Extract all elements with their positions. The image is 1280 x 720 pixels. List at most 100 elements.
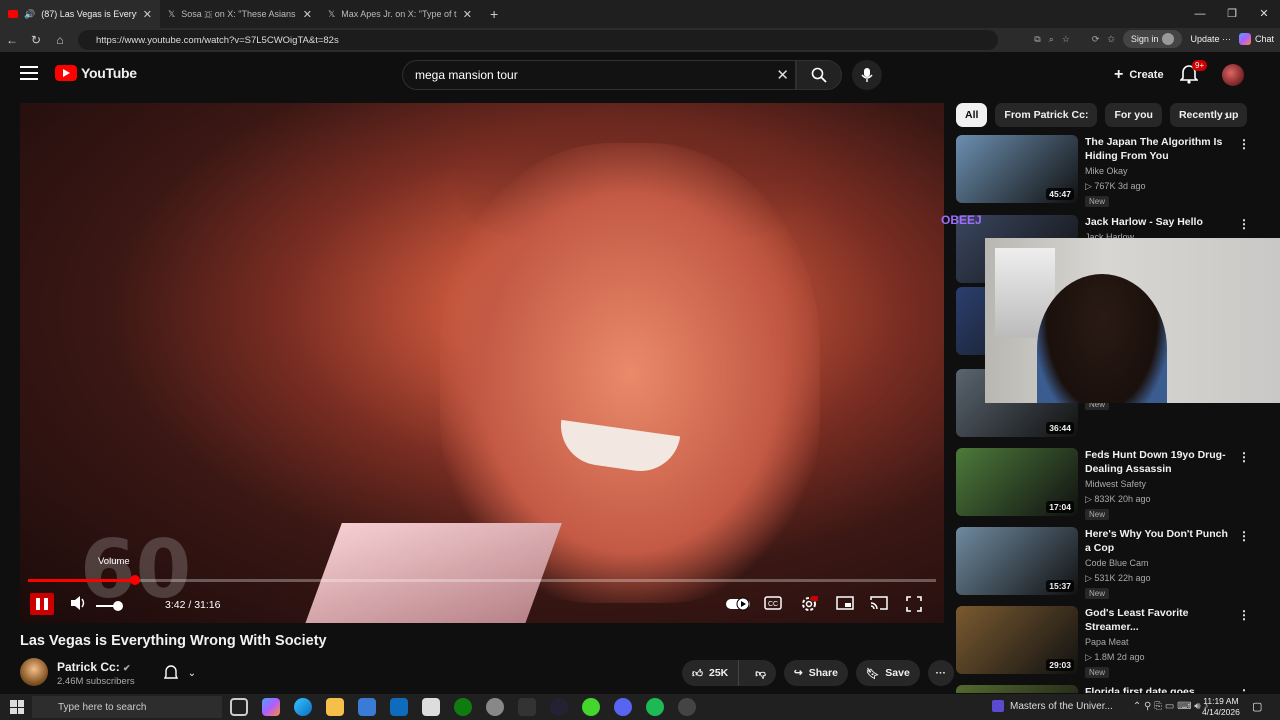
search-button[interactable]: [796, 60, 842, 90]
recommendation-channel[interactable]: Papa Meat: [1085, 637, 1129, 647]
fullscreen-icon[interactable]: [906, 596, 922, 612]
more-options-icon[interactable]: ⋮: [1238, 687, 1250, 693]
video-thumbnail[interactable]: 29:03: [956, 606, 1078, 674]
volume-slider[interactable]: [96, 605, 114, 607]
progress-bar[interactable]: [28, 575, 936, 585]
more-options-icon[interactable]: ⋮: [1238, 608, 1250, 622]
more-actions-button[interactable]: ···: [927, 660, 954, 686]
create-button[interactable]: + Create: [1104, 62, 1174, 88]
video-thumbnail[interactable]: 15:37: [956, 527, 1078, 595]
more-options-icon[interactable]: ⋮: [1238, 137, 1250, 151]
close-tab-icon[interactable]: ✕: [303, 8, 312, 21]
video-thumbnail[interactable]: 17:04: [956, 448, 1078, 516]
more-options-icon[interactable]: ⋮: [1238, 529, 1250, 543]
razer-icon[interactable]: [582, 698, 600, 716]
recommendation-title[interactable]: Jack Harlow - Say Hello: [1085, 215, 1235, 229]
account-avatar[interactable]: [1222, 64, 1244, 86]
taskbar-search[interactable]: Type here to search: [32, 696, 222, 718]
miniplayer-icon[interactable]: [836, 596, 854, 610]
back-icon[interactable]: ←: [0, 33, 24, 47]
chip-recently-uploaded[interactable]: Recently up: [1169, 103, 1248, 127]
cast-icon[interactable]: [870, 596, 888, 610]
recommendation-title[interactable]: God's Least Favorite Streamer...: [1085, 606, 1235, 634]
recommendation-item[interactable]: 45:47 The Japan The Algorithm Is Hiding F…: [956, 135, 1256, 207]
chatgpt-icon[interactable]: [678, 698, 696, 716]
extensions-icon[interactable]: ⧉: [1034, 34, 1040, 45]
volume-handle[interactable]: [113, 601, 123, 611]
task-view-icon[interactable]: [230, 698, 248, 716]
copilot-chat-button[interactable]: Chat: [1238, 33, 1274, 45]
minimize-icon[interactable]: —: [1184, 0, 1216, 28]
recommendation-channel[interactable]: Midwest Safety: [1085, 479, 1146, 489]
store-icon[interactable]: [358, 698, 376, 716]
media-app-icon[interactable]: [550, 698, 568, 716]
pause-button[interactable]: [30, 593, 54, 615]
close-tab-icon[interactable]: ✕: [463, 8, 472, 21]
home-icon[interactable]: ⌂: [48, 33, 72, 47]
dislike-button[interactable]: 👎︎: [745, 667, 776, 680]
refresh-icon[interactable]: ↻: [24, 33, 48, 47]
file-explorer-icon[interactable]: [326, 698, 344, 716]
recommendation-item[interactable]: 29:03 God's Least Favorite Streamer... Pap…: [956, 606, 1256, 678]
recommendation-title[interactable]: Here's Why You Don't Punch a Cop: [1085, 527, 1235, 555]
clear-search-icon[interactable]: ✕: [776, 66, 789, 84]
recommendation-title[interactable]: Florida first date goes horribly: [1085, 685, 1235, 693]
notifications-button[interactable]: 9+: [1180, 60, 1208, 86]
zoom-icon[interactable]: ⌕: [1049, 34, 1054, 45]
volume-icon[interactable]: [70, 595, 88, 611]
recommendation-channel[interactable]: Code Blue Cam: [1085, 558, 1149, 568]
favorites-bar-icon[interactable]: ✩: [1107, 34, 1115, 45]
outlook-icon[interactable]: [390, 698, 408, 716]
copilot-icon[interactable]: [262, 698, 280, 716]
video-thumbnail[interactable]: [956, 685, 1078, 693]
tray-icons[interactable]: ⌃ ⚲ ⎘ ▭ ⌨ 🔊︎ ♪: [1133, 701, 1209, 712]
windows-start-icon[interactable]: [10, 700, 24, 714]
chip-all[interactable]: All: [956, 103, 988, 127]
sign-in-button[interactable]: Sign in: [1122, 30, 1183, 48]
save-button[interactable]: 🔖︎ Save: [855, 660, 920, 686]
sync-icon[interactable]: ⟳: [1092, 34, 1100, 45]
close-tab-icon[interactable]: ✕: [143, 8, 152, 21]
epic-games-icon[interactable]: [518, 698, 536, 716]
channel-name[interactable]: Patrick Cc: ✔: [57, 660, 131, 674]
share-button[interactable]: ↪ Share: [783, 660, 848, 686]
recommendation-channel[interactable]: Mike Okay: [1085, 166, 1128, 176]
channel-avatar[interactable]: [20, 658, 48, 686]
recommendation-item[interactable]: 17:04 Feds Hunt Down 19yo Drug-Dealing As…: [956, 448, 1256, 520]
menu-icon[interactable]: [20, 66, 38, 80]
recommendation-title[interactable]: Feds Hunt Down 19yo Drug-Dealing Assassi…: [1085, 448, 1235, 476]
tab-x-sosa[interactable]: 𝕏 Sosa 🇩 on X: "These Asians got a ✕: [160, 0, 320, 28]
like-button[interactable]: 👍︎ 25K: [682, 660, 740, 686]
video-thumbnail[interactable]: 45:47: [956, 135, 1078, 203]
favorite-icon[interactable]: ☆: [1062, 34, 1070, 45]
tab-youtube[interactable]: 🔊 (87) Las Vegas is Everything W ✕: [0, 0, 160, 28]
recommendation-title[interactable]: The Japan The Algorithm Is Hiding From Y…: [1085, 135, 1235, 163]
settings-gear-icon[interactable]: [800, 595, 818, 613]
chevron-right-icon[interactable]: ›: [1224, 107, 1229, 123]
app-icon[interactable]: [486, 698, 504, 716]
captions-icon[interactable]: CC: [764, 596, 782, 610]
recommendation-item[interactable]: 15:37 Here's Why You Don't Punch a Cop Cod…: [956, 527, 1256, 599]
notifications-icon[interactable]: ▢: [1252, 700, 1262, 713]
new-tab-icon[interactable]: +: [490, 6, 498, 22]
spotify-icon[interactable]: [646, 698, 664, 716]
recommendation-item[interactable]: Florida first date goes horribly⋮: [956, 685, 1256, 693]
discord-icon[interactable]: [614, 698, 632, 716]
update-button[interactable]: Update ···: [1190, 34, 1231, 44]
xbox-icon[interactable]: [454, 698, 472, 716]
more-options-icon[interactable]: ⋮: [1238, 217, 1250, 231]
more-options-icon[interactable]: ⋮: [1238, 450, 1250, 464]
system-clock[interactable]: 11:19 AM 4/14/2026: [1202, 696, 1240, 718]
restore-icon[interactable]: ❐: [1216, 0, 1248, 28]
notepad-icon[interactable]: [422, 698, 440, 716]
url-field[interactable]: https://www.youtube.com/watch?v=S7L5CWOi…: [78, 30, 998, 50]
chip-for-you[interactable]: For you: [1105, 103, 1162, 127]
media-widget[interactable]: Masters of the Univer... ⌃ ⚲ ⎘ ▭ ⌨ 🔊︎ ♪: [992, 700, 1208, 712]
search-input[interactable]: mega mansion tour ✕: [402, 60, 796, 90]
chip-from-channel[interactable]: From Patrick Cc:: [995, 103, 1098, 127]
video-player[interactable]: 60 Volume 3:42 / 31:16 CC: [20, 103, 944, 623]
subscribed-bell-button[interactable]: ⌄: [152, 660, 208, 686]
voice-search-button[interactable]: [852, 60, 882, 90]
youtube-logo[interactable]: YouTube: [55, 65, 137, 81]
audio-icon[interactable]: 🔊: [24, 9, 35, 20]
